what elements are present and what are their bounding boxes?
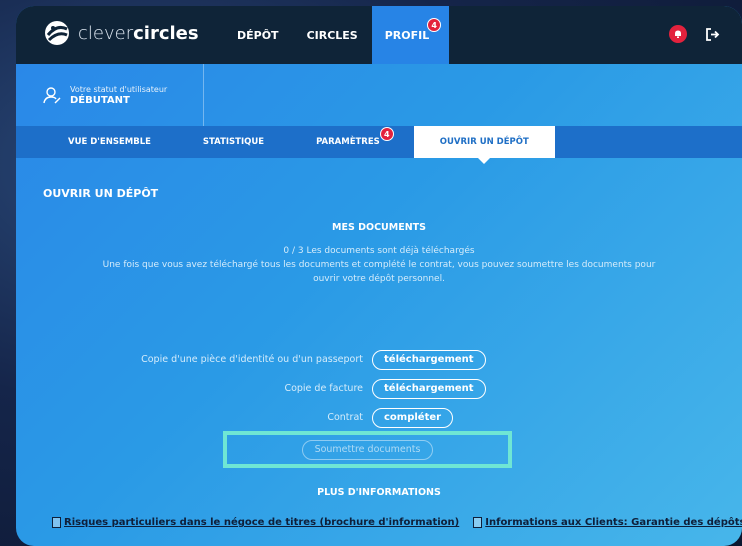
notification-bell-icon[interactable] [669, 25, 687, 43]
documents-heading: MES DOCUMENTS [332, 222, 426, 233]
notification-badge: 4 [379, 127, 394, 141]
submit-highlight: Soumettre documents [223, 431, 512, 468]
nav-item-label: CIRCLES [306, 28, 358, 42]
link-label: Informations aux Clients: Garantie des d… [485, 517, 742, 528]
document-icon [52, 517, 61, 528]
main-nav: DÉPÔT CIRCLES PROFIL 4 [223, 6, 450, 64]
tab-label: VUE D'ENSEMBLE [68, 137, 151, 147]
nav-item-circles[interactable]: CIRCLES [293, 6, 372, 64]
submit-documents-button[interactable]: Soumettre documents [301, 439, 434, 460]
page-title: OUVRIR UN DÉPÔT [43, 187, 159, 200]
tab-ouvrir-depot[interactable]: OUVRIR UN DÉPÔT [413, 126, 555, 164]
link-label: Risques particuliers dans le négoce de t… [64, 517, 460, 528]
top-right-actions [669, 25, 720, 43]
upload-id-button[interactable]: téléchargement [372, 349, 486, 370]
logo-text-light: clever [78, 22, 134, 44]
documents-instructions: Une fois que vous avez téléchargé tous l… [102, 260, 656, 284]
user-status: Votre statut d'utilisateur DÉBUTANT [16, 64, 204, 126]
more-info-heading: PLUS D'INFORMATIONS [317, 487, 441, 498]
document-row-invoice: Copie de facture téléchargement [16, 376, 742, 401]
link-risques-brochure[interactable]: Risques particuliers dans le négoce de t… [52, 517, 459, 528]
documents-info: 0 / 3 Les documents sont déjà téléchargé… [16, 244, 742, 286]
upload-invoice-button[interactable]: téléchargement [372, 378, 486, 399]
logout-icon[interactable] [705, 27, 720, 42]
nav-item-depot[interactable]: DÉPÔT [223, 6, 293, 64]
status-label: Votre statut d'utilisateur [70, 84, 168, 94]
top-navbar: clevercircles DÉPÔT CIRCLES PROFIL 4 [16, 6, 742, 64]
document-label: Copie d'une pièce d'identité ou d'un pas… [141, 354, 363, 365]
document-label: Contrat [327, 412, 363, 423]
tab-parametres[interactable]: PARAMÈTRES 4 [290, 126, 406, 158]
clever-circles-logo-icon [45, 21, 69, 45]
document-row-id: Copie d'une pièce d'identité ou d'un pas… [16, 347, 742, 372]
nav-item-label: PROFIL [384, 28, 430, 42]
logo[interactable]: clevercircles [44, 20, 199, 46]
logo-text: clevercircles [78, 23, 199, 44]
complete-contract-button[interactable]: compléter [372, 407, 454, 428]
user-icon [43, 87, 61, 104]
tab-statistique[interactable]: STATISTIQUE [177, 126, 290, 158]
tab-label: PARAMÈTRES [316, 137, 380, 147]
nav-item-profil[interactable]: PROFIL 4 [371, 6, 450, 64]
profile-subnav: VUE D'ENSEMBLE STATISTIQUE PARAMÈTRES 4 … [16, 126, 742, 164]
status-value: DÉBUTANT [70, 94, 130, 106]
bell-icon [675, 30, 681, 38]
notification-badge: 4 [427, 18, 442, 32]
document-icon [473, 517, 483, 528]
document-label: Copie de facture [284, 383, 363, 394]
logo-text-bold: circles [133, 22, 199, 44]
tab-vue-ensemble[interactable]: VUE D'ENSEMBLE [56, 126, 177, 158]
nav-item-label: DÉPÔT [237, 28, 279, 42]
link-garantie-depots[interactable]: Informations aux Clients: Garantie des d… [473, 517, 742, 528]
tab-label: STATISTIQUE [202, 137, 265, 147]
app-frame: clevercircles DÉPÔT CIRCLES PROFIL 4 Vot… [16, 6, 742, 546]
documents-count-text: 0 / 3 Les documents sont déjà téléchargé… [283, 246, 475, 256]
document-rows: Copie d'une pièce d'identité ou d'un pas… [16, 347, 742, 434]
tab-label: OUVRIR UN DÉPÔT [439, 137, 529, 147]
info-links: Risques particuliers dans le négoce de t… [52, 517, 742, 528]
document-row-contract: Contrat compléter [16, 405, 742, 430]
